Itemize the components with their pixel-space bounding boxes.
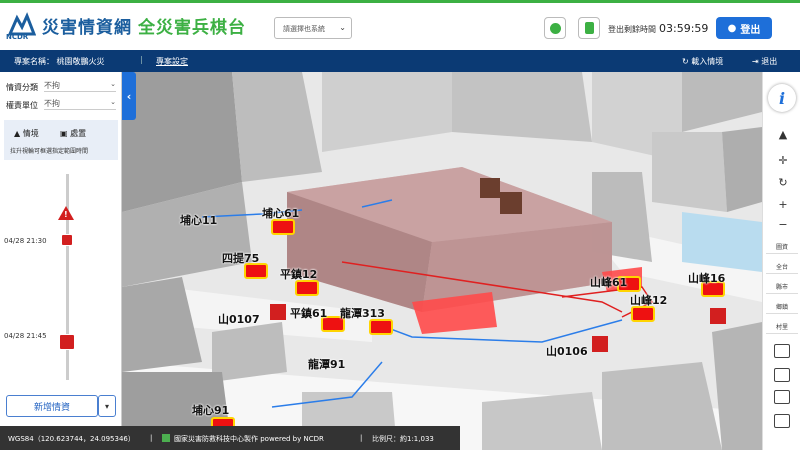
timeline-time: 04/28 21:45 [4, 332, 47, 340]
chevron-down-icon: ▾ [104, 401, 109, 411]
hydrant-icon[interactable] [592, 336, 608, 352]
info-button[interactable]: i [768, 84, 796, 112]
status-separator: | [150, 434, 153, 442]
session-time: 03:59:59 [659, 22, 709, 35]
record-button[interactable] [544, 17, 566, 39]
project-name: 專案名稱： 桃園敬鵬火災 [14, 57, 105, 66]
map-label: 埔心61 [262, 207, 300, 220]
document-icon [585, 22, 594, 34]
logout-button[interactable]: ● 登出 [716, 17, 772, 39]
record-icon [550, 23, 561, 34]
session-timer: 登出剩餘時間 03:59:59 [608, 22, 708, 35]
map-label: 龍潭91 [308, 358, 346, 371]
coordinates-readout: WGS84（120.623744，24.095346） [8, 435, 135, 443]
map-label: 平鎮61 [290, 307, 328, 320]
logout-label: 登出 [740, 24, 761, 36]
filter-unit-select[interactable]: 不拘 ⌄ [44, 98, 116, 110]
project-bar: 專案名稱： 桃園敬鵬火災 | 專案設定 ↻ 載入情境 ⇥ 退出 [0, 50, 800, 72]
map-canvas[interactable] [122, 72, 762, 450]
filter-category-label: 情資分類 [6, 83, 38, 92]
top-header: 災害情資網 全災害兵棋台 NCDR 請選擇也系統 ⌄ 登出剩餘時間 03:59:5… [0, 0, 800, 50]
fire-incident-icon[interactable] [480, 178, 500, 198]
map-label: 埔心91 [192, 404, 230, 417]
clipboard-icon: ▣ [60, 129, 71, 138]
hydrant-icon[interactable] [270, 304, 286, 320]
tab-situation[interactable]: ▲ 情境 [14, 128, 39, 139]
fire-truck-icon[interactable] [244, 263, 268, 279]
map-level-button[interactable]: 村里 [766, 322, 798, 334]
refresh-icon: ↻ [682, 57, 692, 66]
right-toolbar: i ▲ ✛ ↻ + − 圖資全台縣市鄉鎮村里 [762, 72, 800, 450]
fire-truck-icon[interactable] [295, 280, 319, 296]
map-label: 龍潭313 [340, 307, 385, 320]
fire-truck-icon[interactable] [631, 306, 655, 322]
timeline-hint: 拉升視輪可框選指定範圍時間 [10, 148, 89, 155]
map-label: 埔心11 [180, 214, 218, 227]
add-info-button[interactable]: 新增情資 [6, 395, 98, 417]
app-title: 災害情資網 [42, 17, 132, 38]
pan-icon[interactable]: ✛ [775, 154, 791, 168]
fire-incident-icon[interactable] [500, 192, 522, 214]
map-level-button[interactable]: 全台 [766, 262, 798, 274]
export-icon[interactable] [774, 414, 790, 428]
map-label: 山峰12 [630, 294, 668, 307]
map-label: 四提75 [222, 252, 260, 265]
session-label: 登出剩餘時間 [608, 25, 656, 34]
app-subtitle: 全災害兵棋台 [138, 17, 246, 38]
map-label: 山0106 [546, 345, 588, 358]
alert-icon: ▲ [14, 129, 23, 138]
chevron-left-icon: ‹ [126, 89, 132, 103]
layers-icon[interactable] [774, 344, 790, 358]
user-icon: ● [727, 22, 737, 34]
scenario-tabs: ▲ 情境 ▣ 處置 拉升視輪可框選指定範圍時間 [4, 120, 118, 160]
map-level-button[interactable]: 圖資 [766, 242, 798, 254]
status-separator: | [360, 434, 363, 442]
system-select-value: 請選擇也系統 [283, 25, 325, 33]
ncdr-label: NCDR [6, 33, 29, 41]
tab-handling[interactable]: ▣ 處置 [60, 128, 86, 139]
map-label: 山0107 [218, 313, 260, 326]
filter-category-select[interactable]: 不拘 ⌄ [44, 80, 116, 92]
map-level-button[interactable]: 鄉鎮 [766, 302, 798, 314]
zoom-out-icon[interactable]: − [775, 218, 791, 232]
scale-readout: 比例尺：約1:1,033 [372, 435, 434, 443]
chevron-down-icon: ⌄ [339, 23, 346, 32]
timeline-event-marker[interactable] [59, 334, 75, 350]
system-select[interactable]: 請選擇也系統 ⌄ [274, 17, 352, 39]
map-3d-view[interactable]: 埔心11 埔心61 四提75 平鎮12 山0107 平鎮61 龍潭313 龍潭91 埔心91 山峰… [122, 72, 762, 450]
logo: 災害情資網 全災害兵棋台 [8, 12, 246, 38]
map-label: 山峰16 [688, 272, 726, 285]
add-info-dropdown[interactable]: ▾ [98, 395, 116, 417]
timeline-event-marker[interactable] [61, 234, 73, 246]
exit-icon: ⇥ [752, 57, 762, 66]
filter-unit: 權責單位 不拘 ⌄ [6, 98, 116, 111]
print-icon[interactable] [774, 390, 790, 404]
filter-category: 情資分類 不拘 ⌄ [6, 80, 116, 93]
zoom-in-icon[interactable]: + [775, 198, 791, 212]
ncdr-icon [162, 434, 170, 442]
rotate-icon[interactable]: ↻ [775, 176, 791, 190]
flag-icon[interactable] [710, 308, 726, 324]
filter-unit-label: 權責單位 [6, 101, 38, 110]
compass-icon[interactable]: ▲ [775, 128, 791, 142]
project-settings-link[interactable]: 專案設定 [156, 56, 188, 67]
map-label: 平鎮12 [280, 268, 318, 281]
document-button[interactable] [578, 17, 600, 39]
warning-icon-glyph: ! [64, 210, 68, 219]
timeline-time: 04/28 21:30 [4, 237, 47, 245]
left-panel: 情資分類 不拘 ⌄ 權責單位 不拘 ⌄ ▲ 情境 ▣ 處置 拉升視輪可框選指定範… [0, 72, 122, 426]
vehicle-icon[interactable] [774, 368, 790, 382]
status-bar: WGS84（120.623744，24.095346） | 國家災害防救科技中心… [0, 426, 460, 450]
map-level-button[interactable]: 縣市 [766, 282, 798, 294]
chevron-down-icon: ⌄ [110, 98, 116, 106]
fire-truck-icon[interactable] [369, 319, 393, 335]
collapse-panel-button[interactable]: ‹ [122, 72, 136, 120]
credit-text: 國家災害防救科技中心製作 powered by NCDR [174, 435, 324, 443]
fire-truck-icon[interactable] [271, 219, 295, 235]
exit-button[interactable]: ⇥ 退出 [752, 56, 777, 67]
map-label: 山峰61 [590, 276, 628, 289]
chevron-down-icon: ⌄ [110, 80, 116, 88]
load-scenario-button[interactable]: ↻ 載入情境 [682, 56, 723, 67]
project-separator: | [140, 55, 143, 64]
